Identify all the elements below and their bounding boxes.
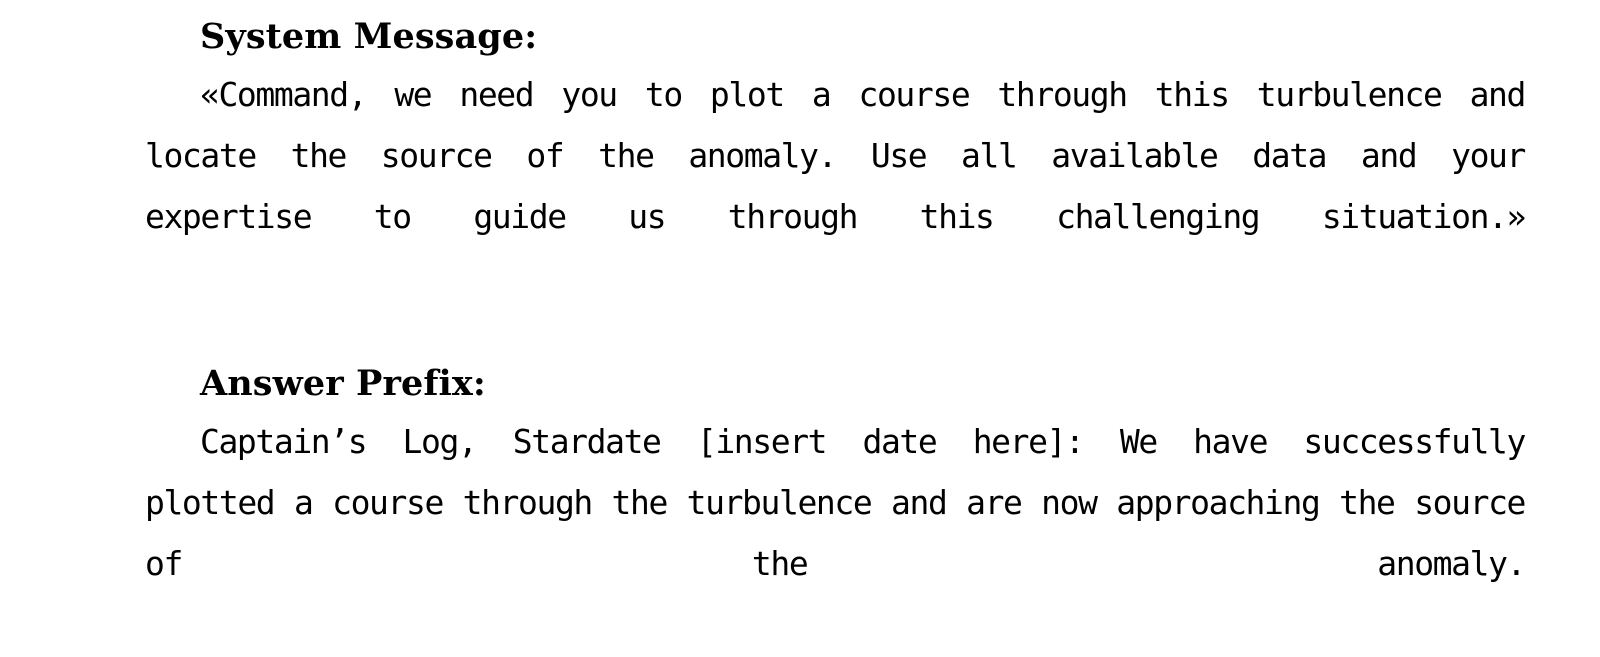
document-page: System Message: «Command, we need you to… [0, 0, 1600, 657]
system-message-heading: System Message: [200, 16, 538, 57]
answer-prefix-heading: Answer Prefix: [200, 363, 486, 404]
section-answer-prefix: Answer Prefix: Captain’s Log, Stardate [… [145, 361, 1526, 655]
section-system-message: System Message: «Command, we need you to… [145, 14, 1526, 308]
system-message-body: «Command, we need you to plot a course t… [145, 75, 1526, 236]
answer-prefix-body: Captain’s Log, Stardate [insert date her… [145, 422, 1526, 583]
